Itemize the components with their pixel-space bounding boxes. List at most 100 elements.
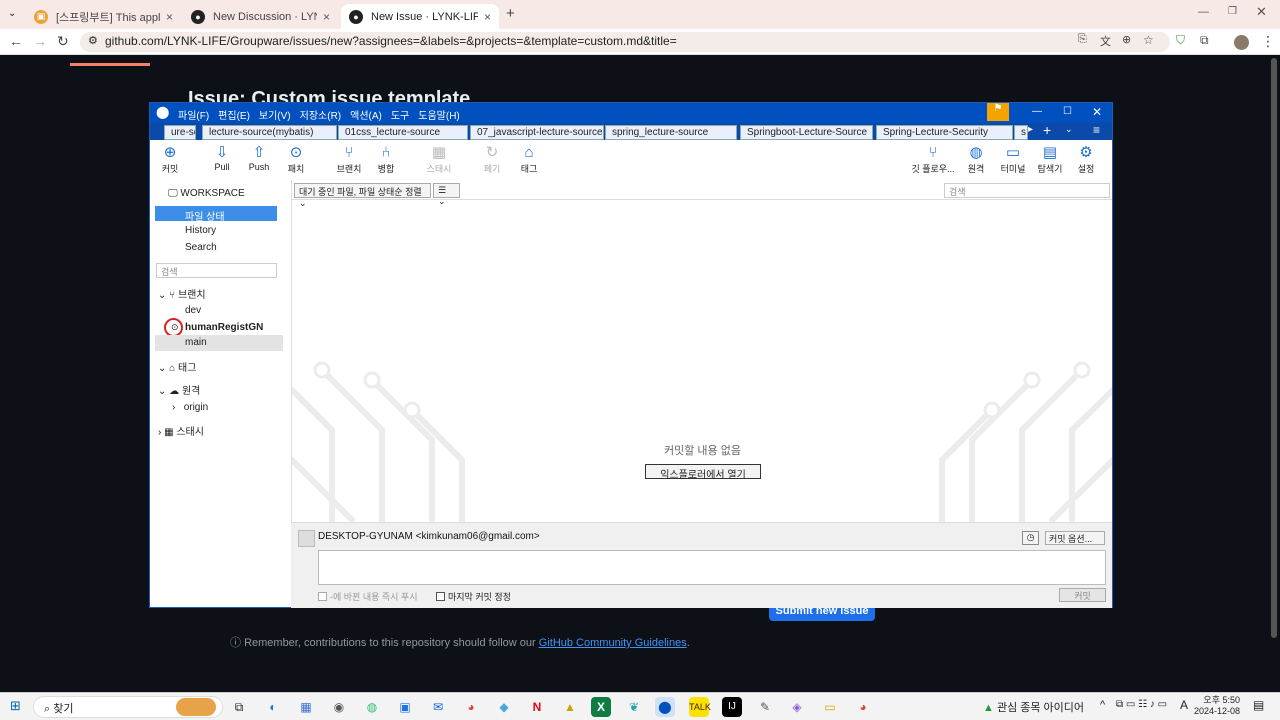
add-tab-icon[interactable]: + bbox=[1043, 122, 1051, 138]
branch-button[interactable]: ⑂ 브랜치 bbox=[329, 144, 369, 175]
forward-icon[interactable]: → bbox=[33, 33, 47, 49]
back-icon[interactable]: ← bbox=[9, 33, 23, 49]
flag-icon[interactable]: ⚑ bbox=[987, 103, 1009, 121]
calculator-icon[interactable]: ▦ bbox=[296, 697, 316, 717]
translate-icon[interactable]: 文 bbox=[1100, 33, 1111, 49]
reload-icon[interactable]: ↻ bbox=[57, 33, 69, 50]
commit-button[interactable]: ⊕ 커밋 bbox=[150, 144, 190, 175]
scroll-tabs-icon[interactable]: ▸ bbox=[1028, 124, 1033, 135]
minimize-icon[interactable]: — bbox=[1198, 6, 1209, 18]
remote-item[interactable]: › origin bbox=[172, 402, 208, 413]
task-view-icon[interactable]: ⧉ bbox=[229, 697, 249, 717]
outlook-icon[interactable]: ✉ bbox=[428, 697, 448, 717]
close-window-icon[interactable]: ✕ bbox=[1256, 4, 1267, 20]
amend-checkbox[interactable]: 마지막 커밋 정정 bbox=[436, 590, 511, 603]
commit-options-dropdown[interactable]: 커밋 옵션... ⌄ bbox=[1045, 531, 1105, 555]
push-button[interactable]: ⇧ Push bbox=[239, 144, 279, 172]
stock-widget[interactable]: ▲ 관심 종목 아이디어 bbox=[983, 699, 1084, 715]
shield-extension-icon[interactable]: ⛉ bbox=[1176, 33, 1185, 48]
pull-button[interactable]: ⇩ Pull bbox=[202, 144, 242, 172]
menu-edit[interactable]: 편집(E) bbox=[218, 107, 250, 122]
extensions-icon[interactable]: ⧉ bbox=[1200, 33, 1209, 48]
stash-header[interactable]: › ▦ 스태시 bbox=[158, 423, 204, 438]
page-scrollbar[interactable] bbox=[1271, 58, 1277, 638]
app-icon[interactable]: ▲ bbox=[560, 697, 580, 717]
settings-button[interactable]: ⚙ 설정 bbox=[1066, 144, 1106, 175]
menu-kebab-icon[interactable]: ⋮ bbox=[1261, 33, 1275, 50]
branch-item[interactable]: main bbox=[155, 335, 283, 351]
browser-tab[interactable]: ● New Discussion · LYNK-LIFE × bbox=[183, 4, 338, 29]
repo-tab[interactable]: Springboot-Lecture-Source bbox=[740, 125, 873, 140]
view-mode-dropdown[interactable]: ☰ ⌄ bbox=[433, 183, 460, 206]
explorer-button[interactable]: ▤ 탐색기 bbox=[1030, 144, 1070, 175]
sidebar-item-search[interactable]: Search bbox=[185, 242, 217, 253]
close-window-icon[interactable]: ✕ bbox=[1092, 105, 1102, 119]
hamburger-menu-icon[interactable]: ≡ bbox=[1093, 123, 1100, 137]
close-icon[interactable]: × bbox=[484, 10, 491, 24]
address-bar[interactable]: ⚙ github.com/LYNK-LIFE/Groupware/issues/… bbox=[80, 32, 1170, 52]
taskbar-search[interactable]: ⌕ 찾기 bbox=[33, 696, 223, 718]
remote-button[interactable]: ◍ 원격 bbox=[956, 144, 996, 175]
close-icon[interactable]: × bbox=[166, 10, 173, 24]
history-button[interactable]: ◷ bbox=[1022, 531, 1039, 545]
notification-icon[interactable]: ▤ bbox=[1253, 698, 1264, 712]
browser-tab-active[interactable]: ● New Issue · LYNK-LIFE/Groupw × bbox=[341, 4, 499, 29]
menu-tools[interactable]: 도구 bbox=[391, 107, 409, 122]
push-immediately-checkbox[interactable]: -에 바뀐 내용 즉시 푸시 bbox=[318, 590, 418, 603]
install-app-icon[interactable]: ⎘ bbox=[1078, 33, 1087, 46]
repo-tab[interactable]: spring_lecture-source bbox=[605, 125, 737, 140]
input-language[interactable]: A bbox=[1180, 698, 1188, 712]
tab-list-icon[interactable]: ⌄ bbox=[8, 8, 16, 19]
repo-tab[interactable]: ure-so... bbox=[164, 125, 196, 140]
repo-tab[interactable]: 01css_lecture-source bbox=[338, 125, 468, 140]
terminal-button[interactable]: ▭ 터미널 bbox=[993, 144, 1033, 175]
branch-item[interactable]: dev bbox=[185, 305, 201, 316]
fetch-button[interactable]: ⊙ 패치 bbox=[276, 144, 316, 175]
pending-files-dropdown[interactable]: 대기 중인 파일, 파일 상태순 정렬 ⌄ bbox=[294, 183, 431, 208]
windows-start-icon[interactable]: ⊞ bbox=[10, 698, 21, 714]
chevron-up-icon[interactable]: ^ bbox=[1100, 699, 1105, 711]
tags-header[interactable]: ⌄ ⌂ 태그 bbox=[158, 359, 196, 374]
commit-message-input[interactable] bbox=[318, 550, 1106, 585]
repo-tab[interactable]: Spring-Lecture-Security bbox=[876, 125, 1013, 140]
chevron-down-icon[interactable]: ⌄ bbox=[1065, 124, 1073, 135]
app-icon[interactable]: ◉ bbox=[329, 697, 349, 717]
system-clock[interactable]: 오후 5:50 2024-12-08 bbox=[1194, 695, 1240, 717]
file-explorer-icon[interactable]: ▭ bbox=[820, 697, 840, 717]
maximize-icon[interactable]: ☐ bbox=[1063, 106, 1072, 117]
edge-icon[interactable]: ◐ bbox=[263, 697, 283, 717]
profile-avatar[interactable] bbox=[1234, 35, 1249, 50]
menu-view[interactable]: 보기(V) bbox=[259, 107, 291, 122]
repo-tab[interactable]: 07_javascript-lecture-source bbox=[470, 125, 604, 140]
community-guidelines-link[interactable]: GitHub Community Guidelines bbox=[539, 637, 687, 649]
stash-button[interactable]: ▦ 스태시 bbox=[419, 144, 459, 175]
copilot-icon[interactable]: ◈ bbox=[787, 697, 807, 717]
new-tab-button[interactable]: + bbox=[506, 5, 515, 22]
netflix-icon[interactable]: N bbox=[527, 697, 547, 717]
tag-button[interactable]: ⌂ 태그 bbox=[509, 144, 549, 175]
remotes-header[interactable]: ⌄ ☁ 원격 bbox=[158, 382, 200, 397]
menu-repository[interactable]: 저장소(R) bbox=[300, 107, 341, 122]
app-icon[interactable]: ❦ bbox=[624, 697, 644, 717]
chrome-icon[interactable]: ◕ bbox=[461, 697, 481, 717]
app-icon[interactable]: ◍ bbox=[362, 697, 382, 717]
site-info-icon[interactable]: ⚙ bbox=[88, 34, 98, 47]
discard-button[interactable]: ↻ 폐기 bbox=[472, 144, 512, 175]
branches-header[interactable]: ⌄ ⑂ 브랜치 bbox=[158, 286, 206, 301]
sidebar-search-input[interactable]: 검색 bbox=[156, 263, 277, 278]
tray-icons[interactable]: ⧉ ▭ ☷ ♪ ▭ bbox=[1116, 699, 1167, 710]
sidebar-item-history[interactable]: History bbox=[185, 225, 216, 236]
menu-file[interactable]: 파일(F) bbox=[178, 107, 209, 122]
kakaotalk-icon[interactable]: TALK bbox=[689, 697, 711, 717]
menu-help[interactable]: 도움말(H) bbox=[418, 107, 459, 122]
chrome-icon[interactable]: ◕ bbox=[853, 697, 873, 717]
app-icon[interactable]: ◆ bbox=[494, 697, 514, 717]
sidebar-item-file-status[interactable]: 파일 상태 bbox=[155, 206, 277, 223]
intellij-icon[interactable]: IJ bbox=[722, 697, 742, 717]
git-flow-button[interactable]: ⑂ 깃 플로우... bbox=[911, 144, 955, 175]
repo-tab[interactable]: s bbox=[1014, 125, 1028, 140]
close-icon[interactable]: × bbox=[323, 10, 330, 24]
menu-action[interactable]: 액션(A) bbox=[350, 107, 382, 122]
minimize-icon[interactable]: — bbox=[1032, 106, 1042, 117]
app-icon[interactable]: ✎ bbox=[755, 697, 775, 717]
